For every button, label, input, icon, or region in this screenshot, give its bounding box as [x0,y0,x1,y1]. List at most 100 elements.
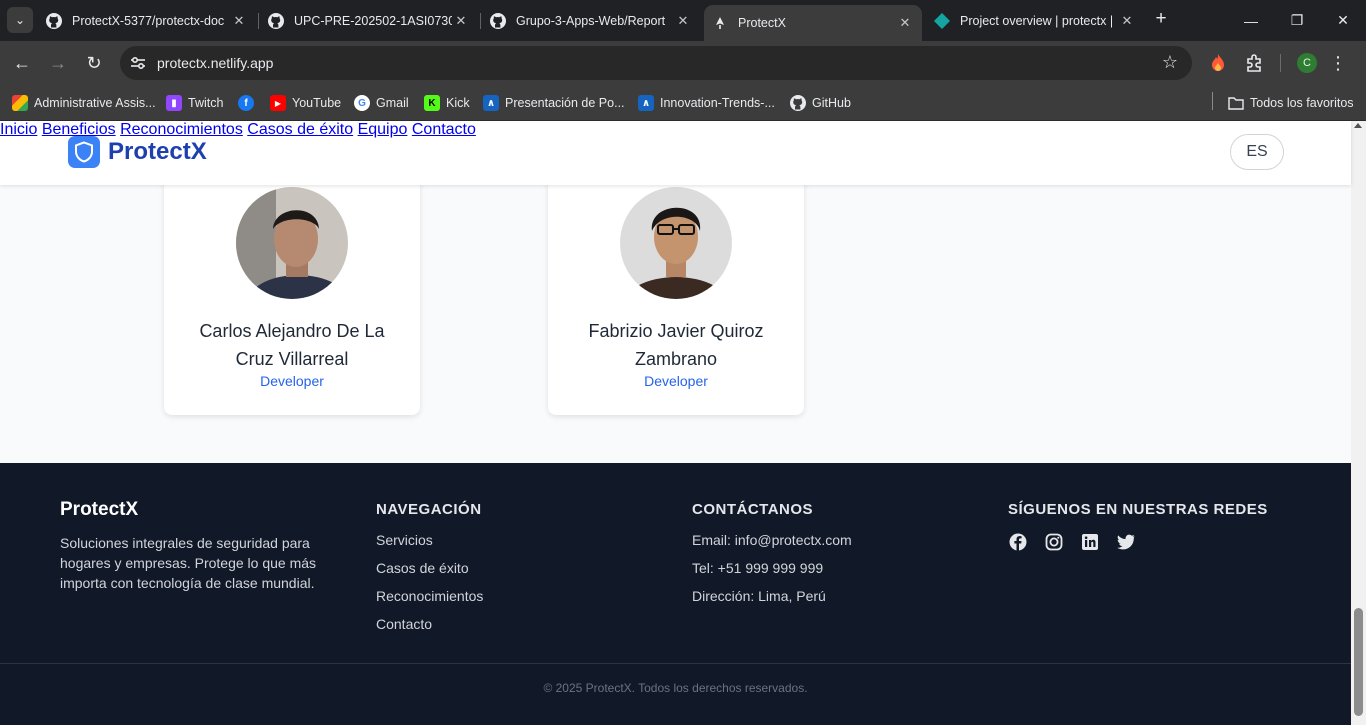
all-bookmarks-folder[interactable]: Todos los favoritos [1228,92,1354,114]
site-header: ProtectX Inicio Beneficios Reconocimient… [0,121,1351,185]
footer-contact-heading: CONTÁCTANOS [692,501,814,518]
colorful-dots-icon [12,95,28,111]
bookmark-star-icon[interactable]: ☆ [1162,52,1178,73]
extensions-puzzle-icon[interactable] [1242,51,1266,75]
site-settings-icon[interactable] [128,53,148,73]
shield-icon [68,136,100,168]
brand-name: ProtectX [108,138,207,165]
bookmark-item[interactable]: K Kick [424,92,470,114]
presentation-icon: ∧ [638,95,654,111]
minimize-button[interactable]: — [1228,0,1274,41]
netlify-icon [712,15,728,31]
page-viewport: Carlos Alejandro De La Cruz Villarreal D… [0,121,1366,725]
address-bar[interactable]: protectx.netlify.app ☆ [120,46,1192,80]
browser-tab[interactable]: Project overview | protectx | ✕ [926,5,1144,36]
back-button[interactable]: ← [8,49,36,77]
close-tab-icon[interactable]: ✕ [896,15,914,31]
bookmark-label: Presentación de Po... [505,96,625,110]
profile-avatar[interactable]: C [1297,53,1317,73]
language-toggle[interactable]: ES [1230,134,1284,170]
bookmark-item[interactable]: ▶ YouTube [270,92,341,114]
team-member-role: Developer [644,373,708,389]
footer-social-column: SÍGUENOS EN NUESTRAS REDES [1008,499,1268,552]
youtube-icon: ▶ [270,95,286,111]
footer-link-casos[interactable]: Casos de éxito [376,560,483,588]
reload-button[interactable]: ↻ [80,49,108,77]
footer-nav-list: Servicios Casos de éxito Reconocimientos… [376,532,483,644]
nav-link-casos[interactable]: Casos de éxito [247,121,353,138]
bookmark-label: Gmail [376,96,409,110]
netlify-diamond-icon [934,12,950,29]
bookmarks-bar: Administrative Assis... ▮ Twitch f ▶ You… [0,85,1366,121]
scroll-up-arrow-icon[interactable] [1354,123,1362,128]
bookmark-label: Kick [446,96,470,110]
tab-title: UPC-PRE-202502-1ASI0730- [294,13,452,28]
bookmark-label: YouTube [292,96,342,110]
forward-button[interactable]: → [44,49,72,77]
close-tab-icon[interactable]: ✕ [452,13,470,29]
bookmark-item[interactable]: ▮ Twitch [166,92,223,114]
page-scrollbar[interactable] [1351,121,1366,725]
scrollbar-thumb[interactable] [1354,608,1363,716]
nav-link-contacto[interactable]: Contacto [412,121,476,138]
site-logo[interactable]: ProtectX [68,136,207,168]
bookmark-label: Twitch [188,96,224,110]
footer-link-servicios[interactable]: Servicios [376,532,483,560]
new-tab-button[interactable]: + [1150,8,1172,30]
instagram-icon[interactable] [1044,532,1064,552]
github-icon [490,12,506,29]
bookmark-item[interactable]: f [238,92,260,114]
team-member-photo [236,187,348,299]
bookmark-label: Todos los favoritos [1250,96,1354,110]
close-tab-icon[interactable]: ✕ [230,13,248,29]
tab-search-button[interactable]: ⌄ [7,7,33,33]
footer-description: Soluciones integrales de seguridad para … [60,535,317,591]
tab-title: Project overview | protectx | [960,13,1114,28]
fire-extension-icon[interactable] [1206,51,1230,75]
nav-link-equipo[interactable]: Equipo [358,121,408,138]
browser-toolbar: ← → ↻ protectx.netlify.app ☆ C ⋮ [0,41,1366,85]
footer-social-heading: SÍGUENOS EN NUESTRAS REDES [1008,501,1268,518]
bookmark-item[interactable]: ∧ Innovation-Trends-... [638,92,775,114]
contact-address: Dirección: Lima, Perú [692,588,826,604]
browser-tab[interactable]: UPC-PRE-202502-1ASI0730- ✕ [260,5,478,36]
linkedin-icon[interactable] [1080,532,1100,552]
restore-button[interactable]: ❐ [1274,0,1320,41]
close-tab-icon[interactable]: ✕ [674,13,692,29]
tab-divider [480,13,481,29]
twitter-icon[interactable] [1116,532,1136,552]
bookmark-item[interactable]: ∧ Presentación de Po... [483,92,625,114]
footer-nav-column: NAVEGACIÓN Servicios Casos de éxito Reco… [376,499,483,644]
facebook-icon[interactable] [1008,532,1028,552]
google-icon: G [354,95,370,111]
team-member-name: Carlos Alejandro De La Cruz Villarreal [199,321,385,369]
browser-menu-icon[interactable]: ⋮ [1329,53,1347,73]
twitch-icon: ▮ [166,95,182,111]
footer-brand-column: ProtectX Soluciones integrales de seguri… [60,499,325,593]
kick-icon: K [424,95,440,111]
footer-link-reconocimientos[interactable]: Reconocimientos [376,588,483,616]
close-tab-icon[interactable]: ✕ [1118,13,1136,29]
team-member-name: Fabrizio Javier Quiroz Zambrano [588,321,764,369]
github-icon [268,12,284,29]
presentation-icon: ∧ [483,95,499,111]
browser-tab-active[interactable]: ProtectX ✕ [704,5,922,41]
site-footer: ProtectX Soluciones integrales de seguri… [0,463,1351,725]
browser-tab-bar: ⌄ ProtectX-5377/protectx-doc ✕ UPC-PRE-2… [0,0,1366,41]
browser-tab[interactable]: ProtectX-5377/protectx-doc ✕ [38,5,256,36]
contact-phone: Tel: +51 999 999 999 [692,560,824,576]
bookmark-item[interactable]: Administrative Assis... [12,92,156,114]
footer-contact-column: CONTÁCTANOS Email: info@protectx.com Tel… [692,499,852,616]
toolbar-divider [1280,54,1281,72]
bookmarks-divider [1212,92,1213,110]
facebook-icon: f [238,95,254,111]
bookmark-item[interactable]: GitHub [790,92,851,114]
close-window-button[interactable]: ✕ [1320,0,1366,41]
nav-link-inicio[interactable]: Inicio [0,121,37,138]
footer-link-contacto[interactable]: Contacto [376,616,483,644]
bookmark-item[interactable]: G Gmail [354,92,409,114]
contact-email: Email: info@protectx.com [692,532,852,548]
browser-tab[interactable]: Grupo-3-Apps-Web/Report ✕ [482,5,700,36]
team-member-card: Fabrizio Javier Quiroz Zambrano Develope… [548,161,804,415]
footer-brand: ProtectX [60,499,139,520]
